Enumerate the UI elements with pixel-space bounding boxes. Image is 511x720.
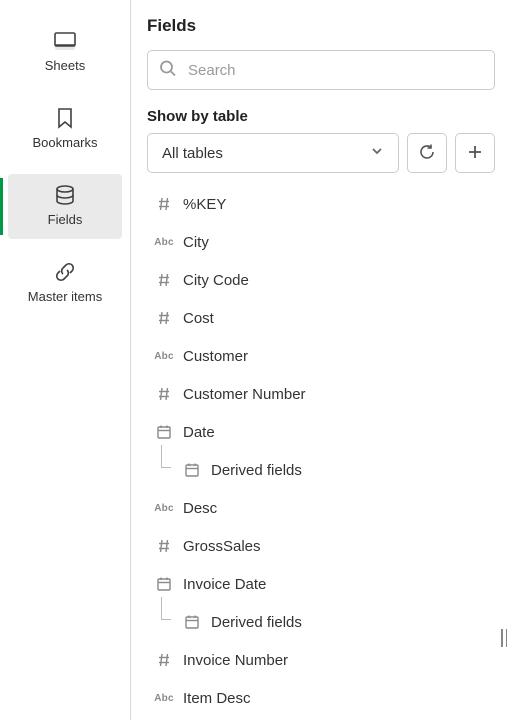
chevron-down-icon bbox=[370, 144, 384, 162]
date-type-icon bbox=[179, 462, 205, 478]
abc-type-icon: Abc bbox=[151, 351, 177, 362]
hash-type-icon bbox=[151, 196, 177, 212]
field-name: Item Desc bbox=[177, 690, 251, 707]
search-icon bbox=[159, 60, 177, 81]
sidebar-item-label: Sheets bbox=[45, 58, 85, 73]
hash-type-icon bbox=[151, 652, 177, 668]
field-row[interactable]: Customer Number bbox=[143, 375, 491, 413]
table-select-value: All tables bbox=[162, 145, 223, 162]
hash-type-icon bbox=[151, 538, 177, 554]
bookmark-icon bbox=[52, 107, 78, 129]
field-name: Customer Number bbox=[177, 386, 306, 403]
abc-type-icon: Abc bbox=[151, 693, 177, 704]
abc-type-icon: Abc bbox=[151, 237, 177, 248]
fields-panel: Fields Show by table All tables bbox=[131, 0, 511, 720]
field-name: Invoice Number bbox=[177, 652, 288, 669]
sidebar-item-sheets[interactable]: Sheets bbox=[8, 20, 122, 85]
sidebar-item-label: Master items bbox=[28, 289, 102, 304]
field-name: %KEY bbox=[177, 196, 226, 213]
field-row[interactable]: Date bbox=[143, 413, 491, 451]
sidebar-item-master-items[interactable]: Master items bbox=[8, 251, 122, 316]
panel-title: Fields bbox=[147, 16, 495, 36]
field-row-child[interactable]: Derived fields bbox=[143, 603, 491, 641]
date-type-icon bbox=[179, 614, 205, 630]
field-row[interactable]: Invoice Number bbox=[143, 641, 491, 679]
sidebar-item-label: Bookmarks bbox=[32, 135, 97, 150]
field-row[interactable]: GrossSales bbox=[143, 527, 491, 565]
search-wrap bbox=[147, 50, 495, 90]
field-name: Derived fields bbox=[205, 614, 302, 631]
field-row[interactable]: AbcCity bbox=[143, 223, 491, 261]
show-by-table-label: Show by table bbox=[147, 108, 495, 125]
date-type-icon bbox=[151, 576, 177, 592]
hash-type-icon bbox=[151, 310, 177, 326]
field-name: City bbox=[177, 234, 209, 251]
field-row[interactable]: City Code bbox=[143, 261, 491, 299]
link-icon bbox=[52, 261, 78, 283]
field-row[interactable]: AbcDesc bbox=[143, 489, 491, 527]
field-name: City Code bbox=[177, 272, 249, 289]
field-row[interactable]: AbcCustomer bbox=[143, 337, 491, 375]
field-row[interactable]: AbcItem Desc bbox=[143, 679, 491, 717]
field-name: Desc bbox=[177, 500, 217, 517]
field-row[interactable]: %KEY bbox=[143, 185, 491, 223]
field-name: Customer bbox=[177, 348, 248, 365]
hash-type-icon bbox=[151, 272, 177, 288]
resize-handle[interactable] bbox=[499, 626, 509, 650]
plus-icon bbox=[467, 144, 483, 163]
controls-row: All tables bbox=[147, 133, 495, 173]
sidebar-item-label: Fields bbox=[48, 212, 83, 227]
search-input[interactable] bbox=[147, 50, 495, 90]
field-name: Invoice Date bbox=[177, 576, 266, 593]
refresh-button[interactable] bbox=[407, 133, 447, 173]
sidebar-item-bookmarks[interactable]: Bookmarks bbox=[8, 97, 122, 162]
fields-list[interactable]: %KEYAbcCityCity CodeCostAbcCustomerCusto… bbox=[143, 185, 495, 720]
hash-type-icon bbox=[151, 386, 177, 402]
refresh-icon bbox=[418, 143, 436, 164]
add-button[interactable] bbox=[455, 133, 495, 173]
field-name: Date bbox=[177, 424, 215, 441]
field-row-child[interactable]: Derived fields bbox=[143, 451, 491, 489]
sidebar: Sheets Bookmarks Fields Master items bbox=[0, 0, 131, 720]
table-select[interactable]: All tables bbox=[147, 133, 399, 173]
sheets-icon bbox=[52, 30, 78, 52]
database-icon bbox=[52, 184, 78, 206]
field-name: GrossSales bbox=[177, 538, 261, 555]
date-type-icon bbox=[151, 424, 177, 440]
sidebar-item-fields[interactable]: Fields bbox=[8, 174, 122, 239]
field-name: Cost bbox=[177, 310, 214, 327]
field-row[interactable]: Invoice Date bbox=[143, 565, 491, 603]
field-name: Derived fields bbox=[205, 462, 302, 479]
abc-type-icon: Abc bbox=[151, 503, 177, 514]
field-row[interactable]: Cost bbox=[143, 299, 491, 337]
